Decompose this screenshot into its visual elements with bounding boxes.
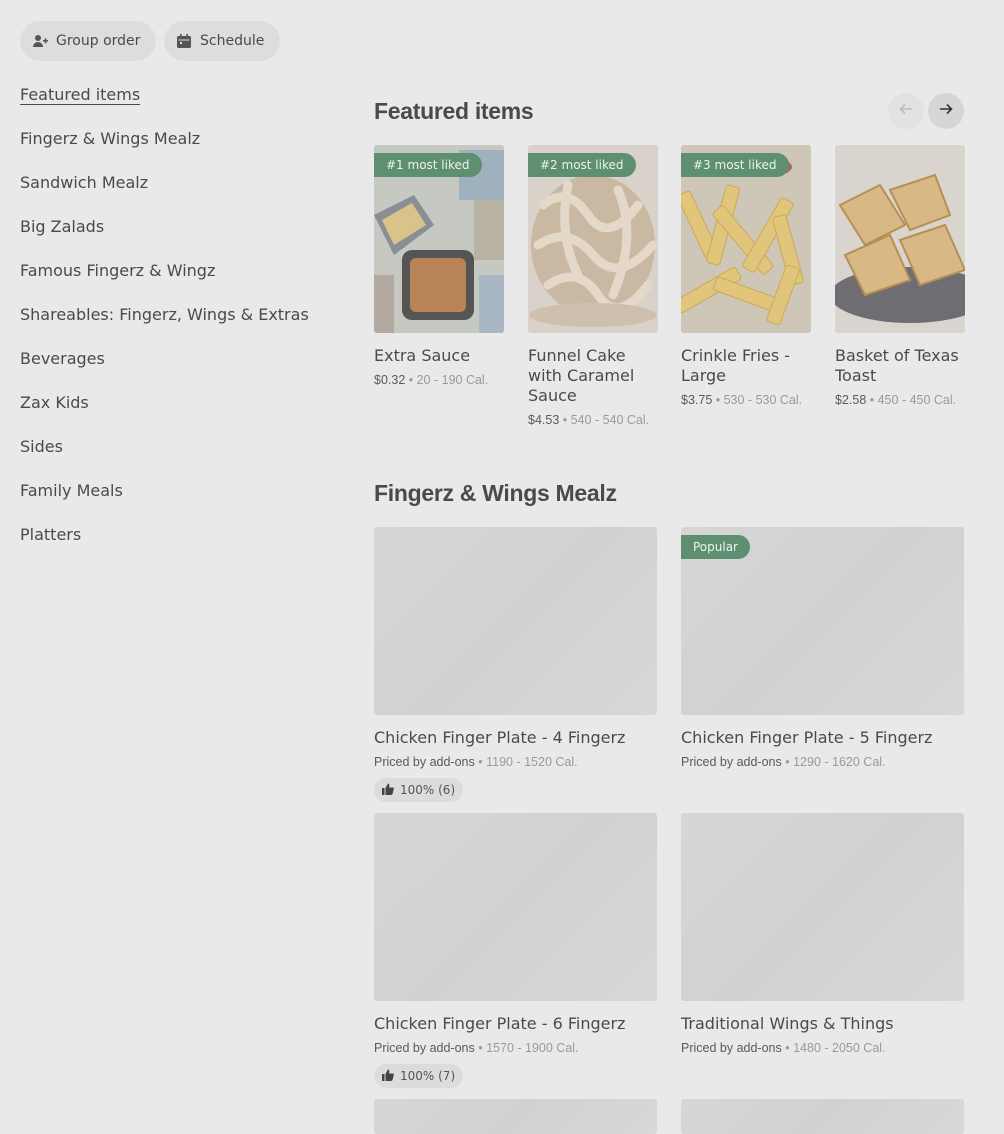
menu-item-meta: Priced by add-ons • 1480 - 2050 Cal.	[681, 1041, 886, 1055]
calendar-icon	[176, 33, 192, 49]
menu-item-meta: Priced by add-ons • 1570 - 1900 Cal.	[374, 1041, 579, 1055]
fingerz-section-title: Fingerz & Wings Mealz	[374, 480, 617, 506]
menu-item-meta: Priced by add-ons • 1290 - 1620 Cal.	[681, 755, 886, 769]
menu-item-card[interactable]: Chicken Finger Plate - 4 Fingerz Priced …	[374, 527, 657, 802]
sidebar-item-platters[interactable]: Platters	[20, 524, 340, 568]
menu-item-calories: 1190 - 1520 Cal.	[486, 755, 578, 769]
most-liked-badge: #3 most liked	[681, 153, 789, 177]
featured-item-name: Basket of Texas Toast	[835, 346, 959, 385]
menu-item-card[interactable]: Chicken Finger Plate - 6 Fingerz Priced …	[374, 813, 657, 1088]
sidebar-item-zax-kids[interactable]: Zax Kids	[20, 392, 340, 436]
sidebar-item-shareables[interactable]: Shareables: Fingerz, Wings & Extras	[20, 304, 340, 348]
featured-item-calories: 450 - 450 Cal.	[877, 393, 957, 407]
menu-item-card[interactable]	[681, 1099, 964, 1134]
featured-item-card[interactable]: #3 most liked Crinkle Fries - Large $3.7…	[681, 145, 811, 410]
rating-badge: 100% (6)	[374, 778, 464, 802]
group-order-label: Group order	[56, 33, 141, 49]
featured-item-card[interactable]: #2 most liked Funnel Cake with Caramel S…	[528, 145, 658, 430]
thumbs-up-icon	[382, 783, 394, 798]
featured-item-image	[835, 145, 965, 333]
featured-item-calories: 20 - 190 Cal.	[416, 373, 489, 387]
featured-item-card[interactable]: Basket of Texas Toast $2.58 • 450 - 450 …	[835, 145, 965, 410]
sidebar-item-famous-fingerz-wingz[interactable]: Famous Fingerz & Wingz	[20, 260, 340, 304]
featured-item-meta: $0.32 • 20 - 190 Cal.	[374, 373, 489, 387]
featured-item-calories: 540 - 540 Cal.	[570, 413, 650, 427]
arrow-left-icon	[897, 100, 915, 122]
sidebar-item-fingerz-wings-mealz[interactable]: Fingerz & Wings Mealz	[20, 128, 340, 172]
group-order-button[interactable]: Group order	[20, 21, 157, 61]
sidebar-item-sandwich-mealz[interactable]: Sandwich Mealz	[20, 172, 340, 216]
menu-item-price: Priced by add-ons	[681, 755, 782, 769]
schedule-label: Schedule	[200, 33, 265, 49]
menu-item-image-placeholder	[681, 813, 964, 1001]
featured-item-name: Funnel Cake with Caramel Sauce	[528, 346, 635, 405]
menu-item-name: Chicken Finger Plate - 6 Fingerz	[374, 1014, 626, 1033]
rating-value: 100% (7)	[400, 1069, 456, 1083]
menu-item-calories: 1290 - 1620 Cal.	[793, 755, 886, 769]
featured-section-title: Featured items	[374, 98, 534, 124]
menu-item-price: Priced by add-ons	[374, 1041, 475, 1055]
featured-item-calories: 530 - 530 Cal.	[723, 393, 803, 407]
carousel-next-button[interactable]	[928, 93, 964, 129]
most-liked-badge: #1 most liked	[374, 153, 482, 177]
menu-item-price: Priced by add-ons	[374, 755, 475, 769]
sidebar-item-sides[interactable]: Sides	[20, 436, 340, 480]
featured-item-image: #3 most liked	[681, 145, 811, 333]
featured-item-card[interactable]: #1 most liked Extra Sauce $0.32 • 20 - 1…	[374, 145, 504, 390]
sidebar-item-big-zalads[interactable]: Big Zalads	[20, 216, 340, 260]
menu-item-image-placeholder	[374, 1099, 657, 1134]
menu-item-card[interactable]: Popular Chicken Finger Plate - 5 Fingerz…	[681, 527, 964, 772]
featured-item-name: Extra Sauce	[374, 346, 471, 365]
menu-item-meta: Priced by add-ons • 1190 - 1520 Cal.	[374, 755, 578, 769]
featured-item-price: $3.75	[681, 393, 713, 407]
featured-item-meta: $2.58 • 450 - 450 Cal.	[835, 393, 957, 407]
menu-item-image-placeholder	[374, 527, 657, 715]
menu-item-name: Chicken Finger Plate - 5 Fingerz	[681, 728, 933, 747]
rating-value: 100% (6)	[400, 783, 456, 797]
menu-item-price: Priced by add-ons	[681, 1041, 782, 1055]
menu-item-card[interactable]: Traditional Wings & Things Priced by add…	[681, 813, 964, 1058]
menu-item-image-placeholder: Popular	[681, 527, 964, 715]
category-sidebar: Featured items Fingerz & Wings Mealz San…	[20, 84, 340, 568]
menu-item-calories: 1480 - 2050 Cal.	[793, 1041, 886, 1055]
most-liked-badge: #2 most liked	[528, 153, 636, 177]
menu-item-calories: 1570 - 1900 Cal.	[486, 1041, 579, 1055]
menu-item-name: Traditional Wings & Things	[681, 1014, 894, 1033]
sidebar-item-featured-items[interactable]: Featured items	[20, 84, 340, 128]
carousel-prev-button[interactable]	[888, 93, 924, 129]
rating-badge: 100% (7)	[374, 1064, 464, 1088]
featured-item-price: $0.32	[374, 373, 406, 387]
menu-item-image-placeholder	[374, 813, 657, 1001]
menu-item-image-placeholder	[681, 1099, 964, 1134]
featured-item-meta: $3.75 • 530 - 530 Cal.	[681, 393, 803, 407]
popular-badge: Popular	[681, 535, 750, 559]
featured-item-price: $4.53	[528, 413, 560, 427]
schedule-button[interactable]: Schedule	[164, 21, 281, 61]
featured-item-image: #2 most liked	[528, 145, 658, 333]
store-menu-page: Group order Schedule Featured items Fing…	[0, 0, 1004, 1134]
thumbs-up-icon	[382, 1069, 394, 1084]
menu-item-name: Chicken Finger Plate - 4 Fingerz	[374, 728, 626, 747]
sidebar-item-family-meals[interactable]: Family Meals	[20, 480, 340, 524]
arrow-right-icon	[937, 100, 955, 122]
sidebar-item-beverages[interactable]: Beverages	[20, 348, 340, 392]
featured-item-price: $2.58	[835, 393, 867, 407]
featured-item-meta: $4.53 • 540 - 540 Cal.	[528, 413, 650, 427]
person-plus-icon	[32, 33, 48, 49]
menu-item-card[interactable]	[374, 1099, 657, 1134]
featured-item-name: Crinkle Fries - Large	[681, 346, 791, 385]
toast-illustration	[835, 145, 965, 333]
featured-item-image: #1 most liked	[374, 145, 504, 333]
